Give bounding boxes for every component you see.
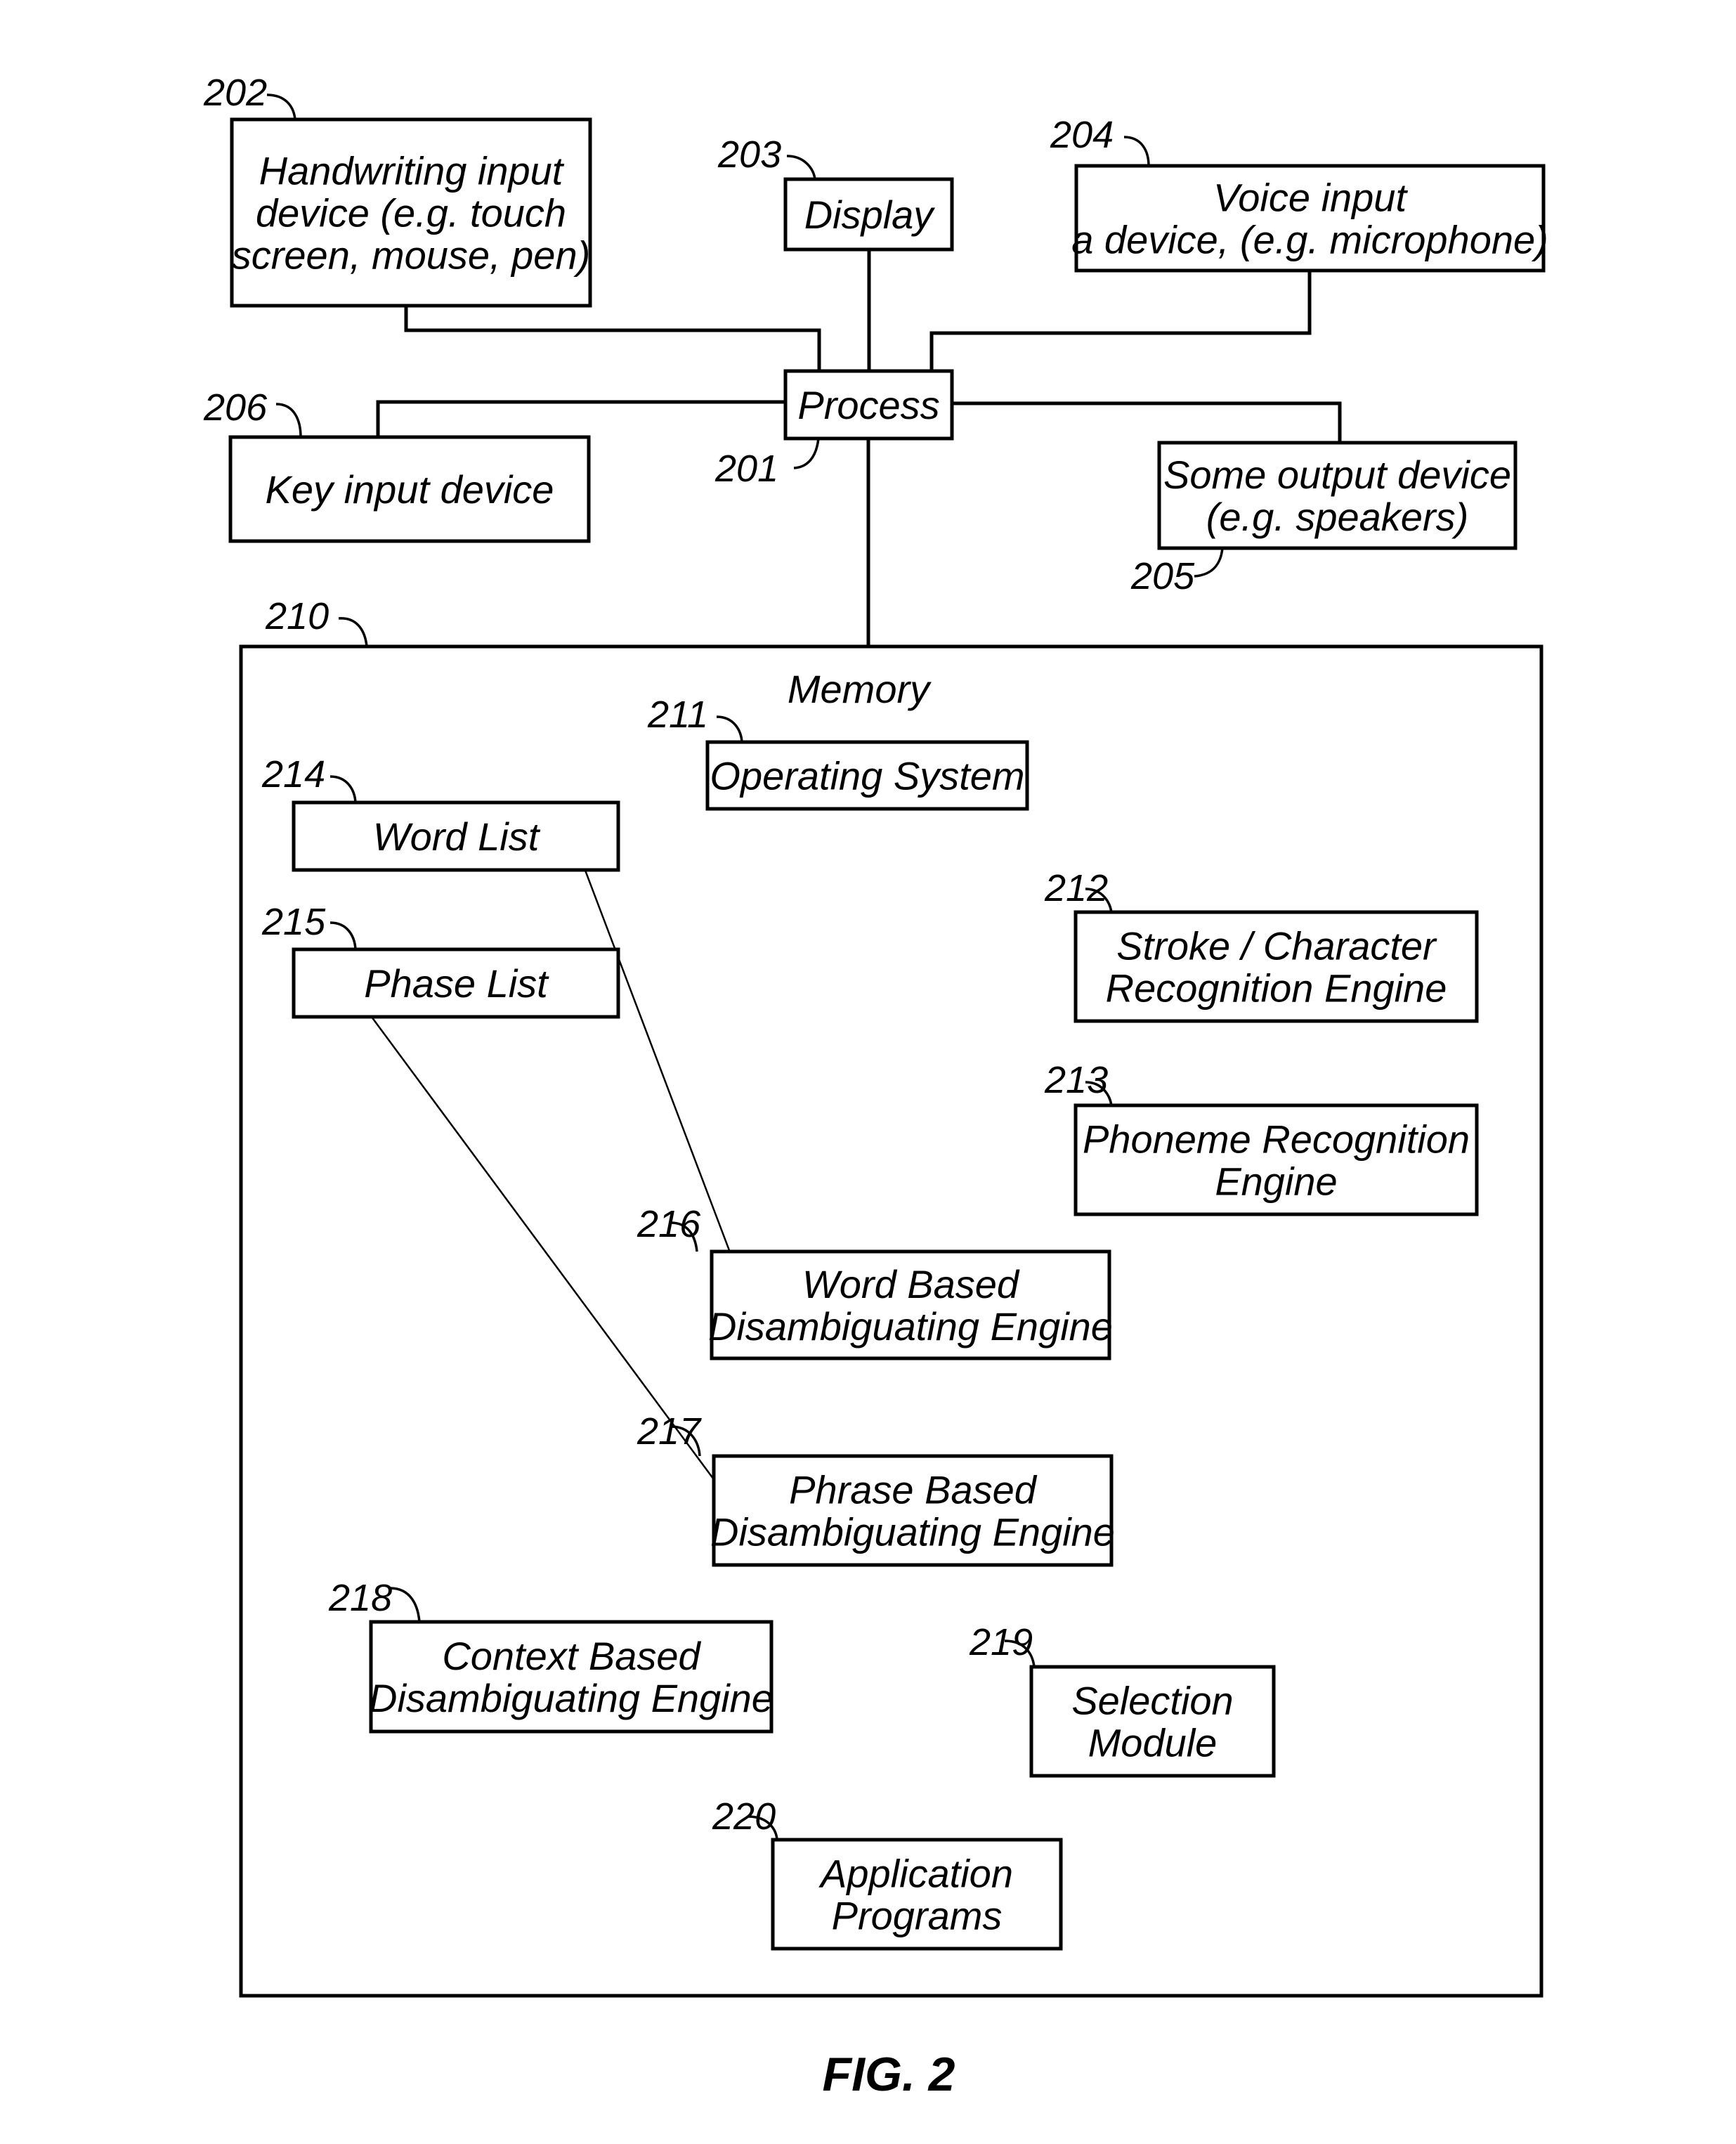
leader-202 xyxy=(266,93,296,120)
wire-voice-process xyxy=(929,271,1312,372)
context-engine-label-line: Disambiguating Engine xyxy=(369,1676,774,1720)
ref-210: 210 xyxy=(265,595,329,637)
leader-203 xyxy=(786,155,816,180)
handwriting-label-line: screen, mouse, pen) xyxy=(232,233,590,278)
apps-label-line: Programs xyxy=(832,1894,1003,1938)
block-diagram: Memory 210 Handwriting inputdevice (e.g.… xyxy=(203,72,1548,2101)
voice-label-line: a device, (e.g. microphone) xyxy=(1071,218,1548,262)
leader-205 xyxy=(1194,547,1224,578)
process-label-line: Process xyxy=(797,383,939,427)
os-label-line: Operating System xyxy=(710,754,1024,798)
wire-handwriting-process xyxy=(404,306,821,372)
word-list-label-line: Word List xyxy=(373,814,541,859)
phoneme-label-line: Phoneme Recognition xyxy=(1083,1117,1470,1162)
ref-203: 203 xyxy=(717,134,781,176)
voice-label-line: Voice input xyxy=(1213,176,1408,220)
ref-214: 214 xyxy=(261,753,325,795)
leader-210 xyxy=(338,617,368,647)
handwriting-label-line: device (e.g. touch xyxy=(256,191,566,235)
ref-217: 217 xyxy=(637,1410,702,1453)
phase-list-label-line: Phase List xyxy=(364,961,549,1006)
component-display: Display 203 xyxy=(717,134,954,252)
ref-220: 220 xyxy=(712,1795,776,1838)
context-engine-label-line: Context Based xyxy=(442,1634,701,1678)
ref-212: 212 xyxy=(1044,867,1108,909)
output-label-line: (e.g. speakers) xyxy=(1206,495,1469,539)
wire-keyinput-process xyxy=(376,400,790,437)
ref-204: 204 xyxy=(1050,114,1114,156)
ref-213: 213 xyxy=(1044,1059,1108,1101)
component-output: Some output device(e.g. speakers) 205 xyxy=(1130,441,1518,597)
component-handwriting: Handwriting inputdevice (e.g. touchscree… xyxy=(203,72,592,308)
ref-219: 219 xyxy=(969,1621,1033,1663)
word-engine-label-line: Word Based xyxy=(802,1262,1020,1306)
key-input-label-line: Key input device xyxy=(266,467,554,512)
ref-215: 215 xyxy=(261,901,326,943)
figure-caption: FIG. 2 xyxy=(823,2048,955,2101)
ref-201: 201 xyxy=(714,448,778,490)
memory-label: Memory xyxy=(788,667,932,711)
apps-label-line: Application xyxy=(818,1852,1013,1896)
leader-206 xyxy=(275,403,302,438)
leader-201 xyxy=(793,438,820,469)
phrase-engine-label-line: Phrase Based xyxy=(789,1468,1038,1512)
stroke-label-line: Recognition Engine xyxy=(1106,966,1447,1011)
phrase-engine-label-line: Disambiguating Engine xyxy=(710,1510,1115,1554)
word-engine-label-line: Disambiguating Engine xyxy=(708,1304,1113,1349)
selection-label-line: Module xyxy=(1088,1721,1218,1765)
ref-205: 205 xyxy=(1130,555,1195,597)
component-process: Process 201 xyxy=(714,369,954,490)
ref-211: 211 xyxy=(647,694,708,736)
ref-216: 216 xyxy=(637,1203,701,1245)
output-label-line: Some output device xyxy=(1163,453,1511,497)
display-label-line: Display xyxy=(804,193,936,237)
stroke-label-line: Stroke / Character xyxy=(1116,924,1437,968)
phoneme-label-line: Engine xyxy=(1215,1159,1337,1204)
wire-process-output xyxy=(953,401,1342,443)
ref-202: 202 xyxy=(203,72,267,114)
component-voice: Voice inputa device, (e.g. microphone) 20… xyxy=(1050,114,1548,273)
leader-204 xyxy=(1123,136,1150,167)
handwriting-label-line: Handwriting input xyxy=(259,149,565,193)
ref-206: 206 xyxy=(203,386,268,429)
selection-label-line: Selection xyxy=(1071,1679,1233,1723)
ref-218: 218 xyxy=(328,1577,392,1619)
component-key-input: Key input device 206 xyxy=(203,386,591,543)
